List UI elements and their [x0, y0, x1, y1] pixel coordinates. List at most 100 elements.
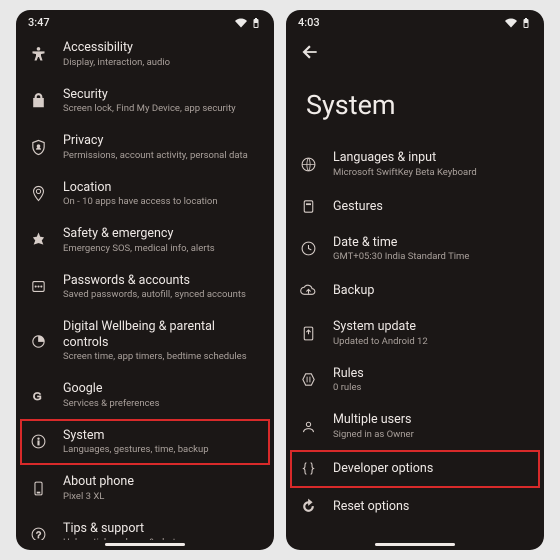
title: Developer options — [333, 461, 530, 477]
wellbeing-icon — [28, 331, 48, 351]
settings-list[interactable]: Accessibility Display, interaction, audi… — [16, 31, 274, 540]
title: Digital Wellbeing & parental controls — [63, 319, 260, 350]
rules-icon — [298, 370, 318, 390]
subtitle: Emergency SOS, medical info, alerts — [63, 243, 260, 255]
subtitle: Display, interaction, audio — [63, 57, 260, 69]
google-icon: G — [28, 385, 48, 405]
reset-icon — [298, 497, 318, 517]
text: About phone Pixel 3 XL — [63, 474, 260, 503]
title: Security — [63, 87, 260, 103]
text: Backup — [333, 283, 530, 299]
subtitle: Permissions, account activity, personal … — [63, 150, 260, 162]
lock-icon — [28, 91, 48, 111]
system-item-users[interactable]: Multiple users Signed in as Owner — [290, 403, 540, 450]
settings-item-wellbeing[interactable]: Digital Wellbeing & parental controls Sc… — [20, 310, 270, 372]
page-title: System — [300, 63, 530, 139]
subtitle: Screen lock, Find My Device, app securit… — [63, 103, 260, 115]
backup-icon — [298, 281, 318, 301]
phone-icon — [28, 478, 48, 498]
text: Tips & support Help articles, phone & ch… — [63, 521, 260, 540]
settings-item-about[interactable]: About phone Pixel 3 XL — [20, 465, 270, 512]
update-icon — [298, 323, 318, 343]
clock-icon — [298, 239, 318, 259]
system-item-rules[interactable]: Rules 0 rules — [290, 357, 540, 404]
users-icon — [298, 416, 318, 436]
status-bar: 3:47 — [16, 10, 274, 31]
settings-item-google[interactable]: G Google Services & preferences — [20, 372, 270, 419]
header: System — [286, 31, 544, 141]
battery-icon — [520, 17, 532, 29]
help-icon: ? — [28, 525, 48, 540]
settings-item-passwords[interactable]: Passwords & accounts Saved passwords, au… — [20, 264, 270, 311]
accessibility-icon — [28, 44, 48, 64]
system-list[interactable]: Languages & input Microsoft SwiftKey Bet… — [286, 141, 544, 540]
subtitle: Help articles, phone & chat — [63, 537, 260, 540]
text: Rules 0 rules — [333, 366, 530, 395]
title: Safety & emergency — [63, 226, 260, 242]
globe-icon — [298, 154, 318, 174]
settings-item-safety[interactable]: Safety & emergency Emergency SOS, medica… — [20, 217, 270, 264]
svg-text:G: G — [32, 391, 41, 403]
text: Languages & input Microsoft SwiftKey Bet… — [333, 150, 530, 179]
privacy-icon — [28, 137, 48, 157]
text: Multiple users Signed in as Owner — [333, 412, 530, 441]
title: System — [63, 428, 260, 444]
title: Accessibility — [63, 40, 260, 56]
system-item-developer[interactable]: Developer options — [290, 450, 540, 488]
system-item-languages[interactable]: Languages & input Microsoft SwiftKey Bet… — [290, 141, 540, 188]
nav-handle[interactable] — [105, 543, 185, 546]
settings-item-tips[interactable]: ? Tips & support Help articles, phone & … — [20, 512, 270, 540]
settings-item-system[interactable]: System Languages, gestures, time, backup — [20, 419, 270, 466]
text: Security Screen lock, Find My Device, ap… — [63, 87, 260, 116]
title: Backup — [333, 283, 530, 299]
system-item-update[interactable]: System update Updated to Android 12 — [290, 310, 540, 357]
title: Location — [63, 180, 260, 196]
title: Reset options — [333, 499, 530, 515]
subtitle: Screen time, app timers, bedtime schedul… — [63, 351, 260, 363]
system-screen-right: 4:03 System Languages & input Microsoft … — [286, 10, 544, 550]
status-bar: 4:03 — [286, 10, 544, 31]
text: Safety & emergency Emergency SOS, medica… — [63, 226, 260, 255]
system-item-reset[interactable]: Reset options — [290, 488, 540, 526]
text: System Languages, gestures, time, backup — [63, 428, 260, 457]
braces-icon — [298, 459, 318, 479]
svg-text:?: ? — [36, 530, 41, 540]
settings-item-security[interactable]: Security Screen lock, Find My Device, ap… — [20, 78, 270, 125]
text: Reset options — [333, 499, 530, 515]
subtitle: On - 10 apps have access to location — [63, 196, 260, 208]
arrow-back-icon — [300, 42, 320, 62]
subtitle: Saved passwords, autofill, synced accoun… — [63, 289, 260, 301]
title: Rules — [333, 366, 530, 382]
system-item-datetime[interactable]: Date & time GMT+05:30 India Standard Tim… — [290, 226, 540, 273]
system-item-gestures[interactable]: Gestures — [290, 188, 540, 226]
clock: 3:47 — [28, 16, 50, 29]
subtitle: Languages, gestures, time, backup — [63, 444, 260, 456]
settings-screen-left: 3:47 Accessibility Display, interaction,… — [16, 10, 274, 550]
title: Privacy — [63, 133, 260, 149]
text: Gestures — [333, 199, 530, 215]
settings-item-privacy[interactable]: Privacy Permissions, account activity, p… — [20, 124, 270, 171]
clock: 4:03 — [298, 16, 320, 29]
back-button[interactable] — [300, 41, 322, 63]
title: System update — [333, 319, 530, 335]
gestures-icon — [298, 197, 318, 217]
emergency-icon — [28, 230, 48, 250]
text: System update Updated to Android 12 — [333, 319, 530, 348]
nav-handle[interactable] — [375, 543, 455, 546]
title: Gestures — [333, 199, 530, 215]
text: Location On - 10 apps have access to loc… — [63, 180, 260, 209]
title: Languages & input — [333, 150, 530, 166]
key-icon — [28, 277, 48, 297]
system-item-backup[interactable]: Backup — [290, 272, 540, 310]
wifi-icon — [505, 17, 517, 29]
settings-item-location[interactable]: Location On - 10 apps have access to loc… — [20, 171, 270, 218]
subtitle: Services & preferences — [63, 398, 260, 410]
title: Google — [63, 381, 260, 397]
location-icon — [28, 184, 48, 204]
settings-item-accessibility[interactable]: Accessibility Display, interaction, audi… — [20, 31, 270, 78]
battery-icon — [250, 17, 262, 29]
title: Passwords & accounts — [63, 273, 260, 289]
title: Tips & support — [63, 521, 260, 537]
text: Privacy Permissions, account activity, p… — [63, 133, 260, 162]
subtitle: GMT+05:30 India Standard Time — [333, 251, 530, 263]
